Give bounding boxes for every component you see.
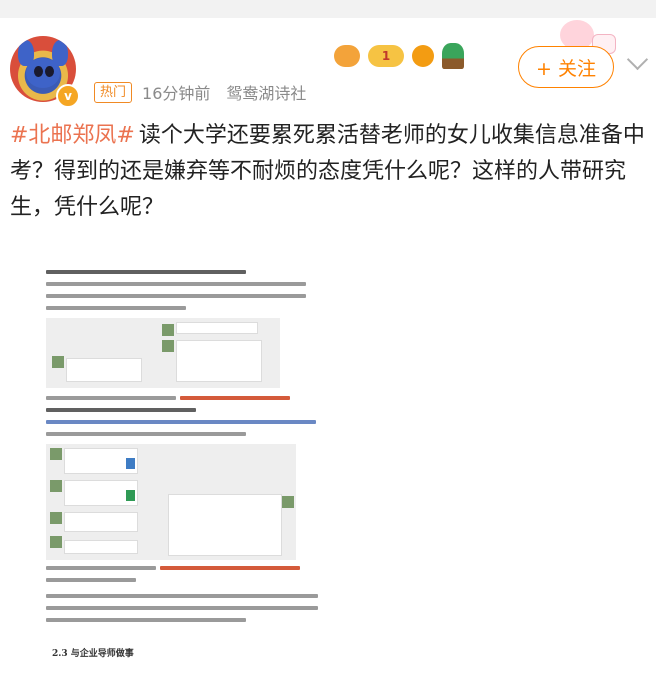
doc-line-highlight [160, 566, 300, 570]
file-icon [126, 490, 135, 501]
chat-avatar [52, 356, 64, 368]
post-time: 16分钟前 [142, 84, 211, 103]
doc-line [46, 618, 246, 622]
avatar-eye [34, 66, 43, 77]
hot-tag: 热门 [94, 81, 133, 103]
chat-avatar [50, 448, 62, 460]
doc-line [46, 282, 306, 286]
chat-bubble [64, 540, 138, 554]
doc-line [46, 578, 136, 582]
user-badges: 1 [334, 43, 464, 69]
chat-avatar [50, 512, 62, 524]
lion-badge-icon [334, 45, 360, 67]
doc-line [46, 566, 156, 570]
chat-avatar [50, 480, 62, 492]
post-meta: 热门 16分钟前 鸳鸯湖诗社 [94, 80, 306, 104]
chat-avatar [282, 496, 294, 508]
doc-line [46, 594, 318, 598]
chevron-down-icon[interactable] [626, 48, 649, 71]
verified-badge-icon: v [56, 84, 80, 108]
doc-line [46, 606, 318, 610]
doc-line [46, 294, 306, 298]
hashtag-link[interactable]: #北邮郑凤# [10, 123, 135, 148]
doc-line [46, 270, 246, 274]
avatar-eye [45, 66, 54, 77]
chat-bubble [176, 340, 262, 382]
doc-line [46, 408, 196, 412]
post-text: #北邮郑凤# 读个大学还要累死累活替老师的女儿收集信息准备中考？得到的还是嫌弃等不… [10, 118, 650, 226]
chat-avatar [162, 340, 174, 352]
doc-heading: 2.3 与企业导师做事 [52, 649, 134, 659]
file-icon [126, 458, 135, 469]
doc-line-highlight [46, 420, 316, 424]
chat-bubble [66, 358, 142, 382]
level-badge-number: 1 [381, 49, 391, 63]
status-bar [0, 0, 656, 18]
doc-line-highlight [180, 396, 290, 400]
fish-badge-icon [412, 45, 434, 67]
follow-button[interactable]: + 关注 [518, 46, 614, 88]
chat-avatar [50, 536, 62, 548]
chat-bubble [168, 494, 282, 556]
doc-line [46, 396, 176, 400]
chat-avatar [162, 324, 174, 336]
chat-bubble [176, 322, 258, 334]
doc-line [46, 432, 246, 436]
level-badge-icon: 1 [368, 45, 404, 67]
doc-line [46, 306, 186, 310]
chat-bubble [64, 512, 138, 532]
avatar-face [26, 58, 60, 88]
post-source[interactable]: 鸳鸯湖诗社 [226, 80, 306, 104]
attached-document-image[interactable]: 2.3 与企业导师做事 [40, 262, 334, 672]
tree-badge-icon [442, 43, 464, 69]
